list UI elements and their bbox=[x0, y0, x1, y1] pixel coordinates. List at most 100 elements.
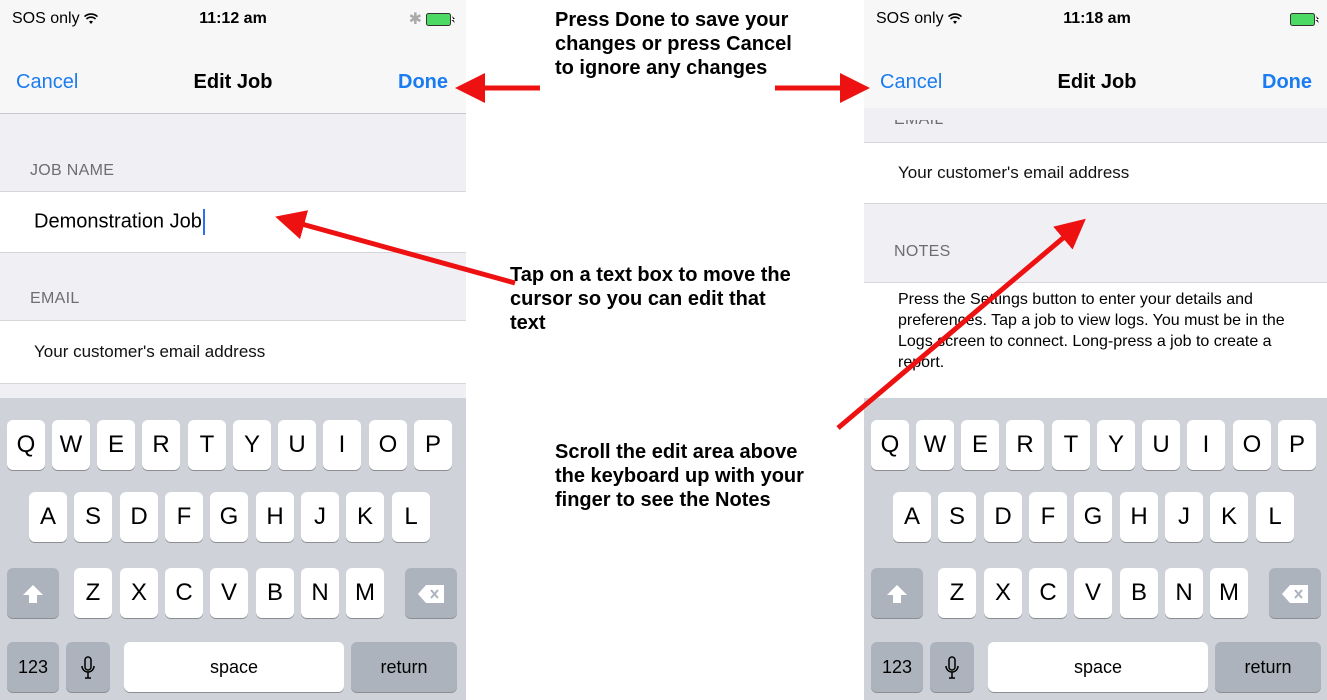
key-l[interactable]: L bbox=[1256, 492, 1294, 542]
backspace-key[interactable] bbox=[405, 568, 457, 618]
key-i[interactable]: I bbox=[1187, 420, 1225, 470]
space-key[interactable]: space bbox=[124, 642, 344, 692]
key-s[interactable]: S bbox=[938, 492, 976, 542]
key-m[interactable]: M bbox=[1210, 568, 1248, 618]
annotation-tap-text-box: Tap on a text box to move the cursor so … bbox=[510, 264, 791, 334]
key-u[interactable]: U bbox=[1142, 420, 1180, 470]
email-field[interactable]: Your customer's email address bbox=[864, 142, 1327, 204]
nav-bar: Cancel Edit Job Done bbox=[0, 45, 466, 114]
microphone-key[interactable] bbox=[930, 642, 974, 692]
status-time: 11:18 am bbox=[1063, 10, 1131, 27]
left-phone-screenshot: SOS only 11:12 am ✱ Cancel Edit Job Done… bbox=[0, 0, 466, 700]
shift-key[interactable] bbox=[7, 568, 59, 618]
status-bar: SOS only 11:12 am ✱ bbox=[0, 0, 466, 45]
microphone-icon bbox=[81, 656, 95, 679]
key-i[interactable]: I bbox=[323, 420, 361, 470]
key-g[interactable]: G bbox=[210, 492, 248, 542]
key-a[interactable]: A bbox=[893, 492, 931, 542]
keyboard: Q W E R T Y U I O P A S D F G H J K L Z … bbox=[864, 398, 1327, 700]
key-h[interactable]: H bbox=[256, 492, 294, 542]
email-field[interactable]: Your customer's email address bbox=[0, 320, 466, 384]
right-phone-screenshot: SOS only 11:18 am Cancel Edit Job Done E… bbox=[864, 0, 1327, 700]
key-q[interactable]: Q bbox=[871, 420, 909, 470]
key-b[interactable]: B bbox=[1120, 568, 1158, 618]
key-a[interactable]: A bbox=[29, 492, 67, 542]
email-placeholder: Your customer's email address bbox=[34, 342, 266, 361]
key-t[interactable]: T bbox=[1052, 420, 1090, 470]
status-bar: SOS only 11:18 am bbox=[864, 0, 1327, 45]
annotation-scroll-edit: Scroll the edit area above the keyboard … bbox=[555, 441, 804, 511]
key-m[interactable]: M bbox=[346, 568, 384, 618]
shift-icon bbox=[887, 585, 907, 604]
key-x[interactable]: X bbox=[120, 568, 158, 618]
key-y[interactable]: Y bbox=[233, 420, 271, 470]
done-button[interactable]: Done bbox=[1262, 71, 1312, 94]
email-label: EMAIL bbox=[894, 111, 944, 128]
annotation-done-cancel: Press Done to save your changes or press… bbox=[555, 9, 792, 79]
notes-field[interactable]: Press the Settings button to enter your … bbox=[864, 282, 1327, 399]
return-key[interactable]: return bbox=[1215, 642, 1321, 692]
key-v[interactable]: V bbox=[1074, 568, 1112, 618]
key-r[interactable]: R bbox=[1006, 420, 1044, 470]
key-e[interactable]: E bbox=[961, 420, 999, 470]
key-l[interactable]: L bbox=[392, 492, 430, 542]
key-w[interactable]: W bbox=[916, 420, 954, 470]
key-p[interactable]: P bbox=[1278, 420, 1316, 470]
return-key[interactable]: return bbox=[351, 642, 457, 692]
key-q[interactable]: Q bbox=[7, 420, 45, 470]
backspace-key[interactable] bbox=[1269, 568, 1321, 618]
key-r[interactable]: R bbox=[142, 420, 180, 470]
key-s[interactable]: S bbox=[74, 492, 112, 542]
key-j[interactable]: J bbox=[301, 492, 339, 542]
keyboard: Q W E R T Y U I O P A S D F G H J K L Z … bbox=[0, 398, 466, 700]
key-k[interactable]: K bbox=[346, 492, 384, 542]
numbers-key[interactable]: 123 bbox=[7, 642, 59, 692]
key-t[interactable]: T bbox=[188, 420, 226, 470]
backspace-icon bbox=[1282, 585, 1308, 604]
key-f[interactable]: F bbox=[165, 492, 203, 542]
key-y[interactable]: Y bbox=[1097, 420, 1135, 470]
key-x[interactable]: X bbox=[984, 568, 1022, 618]
key-o[interactable]: O bbox=[1233, 420, 1271, 470]
notes-label: NOTES bbox=[894, 243, 951, 260]
key-v[interactable]: V bbox=[210, 568, 248, 618]
status-time: 11:12 am bbox=[199, 10, 267, 27]
key-g[interactable]: G bbox=[1074, 492, 1112, 542]
shift-icon bbox=[23, 585, 43, 604]
text-cursor bbox=[202, 209, 205, 235]
key-f[interactable]: F bbox=[1029, 492, 1067, 542]
job-name-field[interactable]: Demonstration Job bbox=[0, 191, 466, 253]
key-w[interactable]: W bbox=[52, 420, 90, 470]
key-z[interactable]: Z bbox=[74, 568, 112, 618]
numbers-key[interactable]: 123 bbox=[871, 642, 923, 692]
backspace-icon bbox=[418, 585, 444, 604]
key-h[interactable]: H bbox=[1120, 492, 1158, 542]
key-p[interactable]: P bbox=[414, 420, 452, 470]
key-c[interactable]: C bbox=[165, 568, 203, 618]
key-u[interactable]: U bbox=[278, 420, 316, 470]
nav-bar: Cancel Edit Job Done bbox=[864, 45, 1327, 108]
cancel-button[interactable]: Cancel bbox=[16, 71, 78, 94]
notes-text: Press the Settings button to enter your … bbox=[898, 291, 1285, 371]
microphone-key[interactable] bbox=[66, 642, 110, 692]
bluetooth-icon: ✱ bbox=[408, 11, 422, 28]
key-c[interactable]: C bbox=[1029, 568, 1067, 618]
key-j[interactable]: J bbox=[1165, 492, 1203, 542]
key-d[interactable]: D bbox=[984, 492, 1022, 542]
key-e[interactable]: E bbox=[97, 420, 135, 470]
key-k[interactable]: K bbox=[1210, 492, 1248, 542]
key-d[interactable]: D bbox=[120, 492, 158, 542]
microphone-icon bbox=[945, 656, 959, 679]
battery-icon bbox=[1290, 13, 1319, 26]
key-n[interactable]: N bbox=[1165, 568, 1203, 618]
job-name-value: Demonstration Job bbox=[34, 210, 202, 233]
key-o[interactable]: O bbox=[369, 420, 407, 470]
email-label: EMAIL bbox=[30, 290, 80, 307]
key-b[interactable]: B bbox=[256, 568, 294, 618]
key-n[interactable]: N bbox=[301, 568, 339, 618]
shift-key[interactable] bbox=[871, 568, 923, 618]
key-z[interactable]: Z bbox=[938, 568, 976, 618]
done-button[interactable]: Done bbox=[398, 71, 448, 94]
cancel-button[interactable]: Cancel bbox=[880, 71, 942, 94]
space-key[interactable]: space bbox=[988, 642, 1208, 692]
